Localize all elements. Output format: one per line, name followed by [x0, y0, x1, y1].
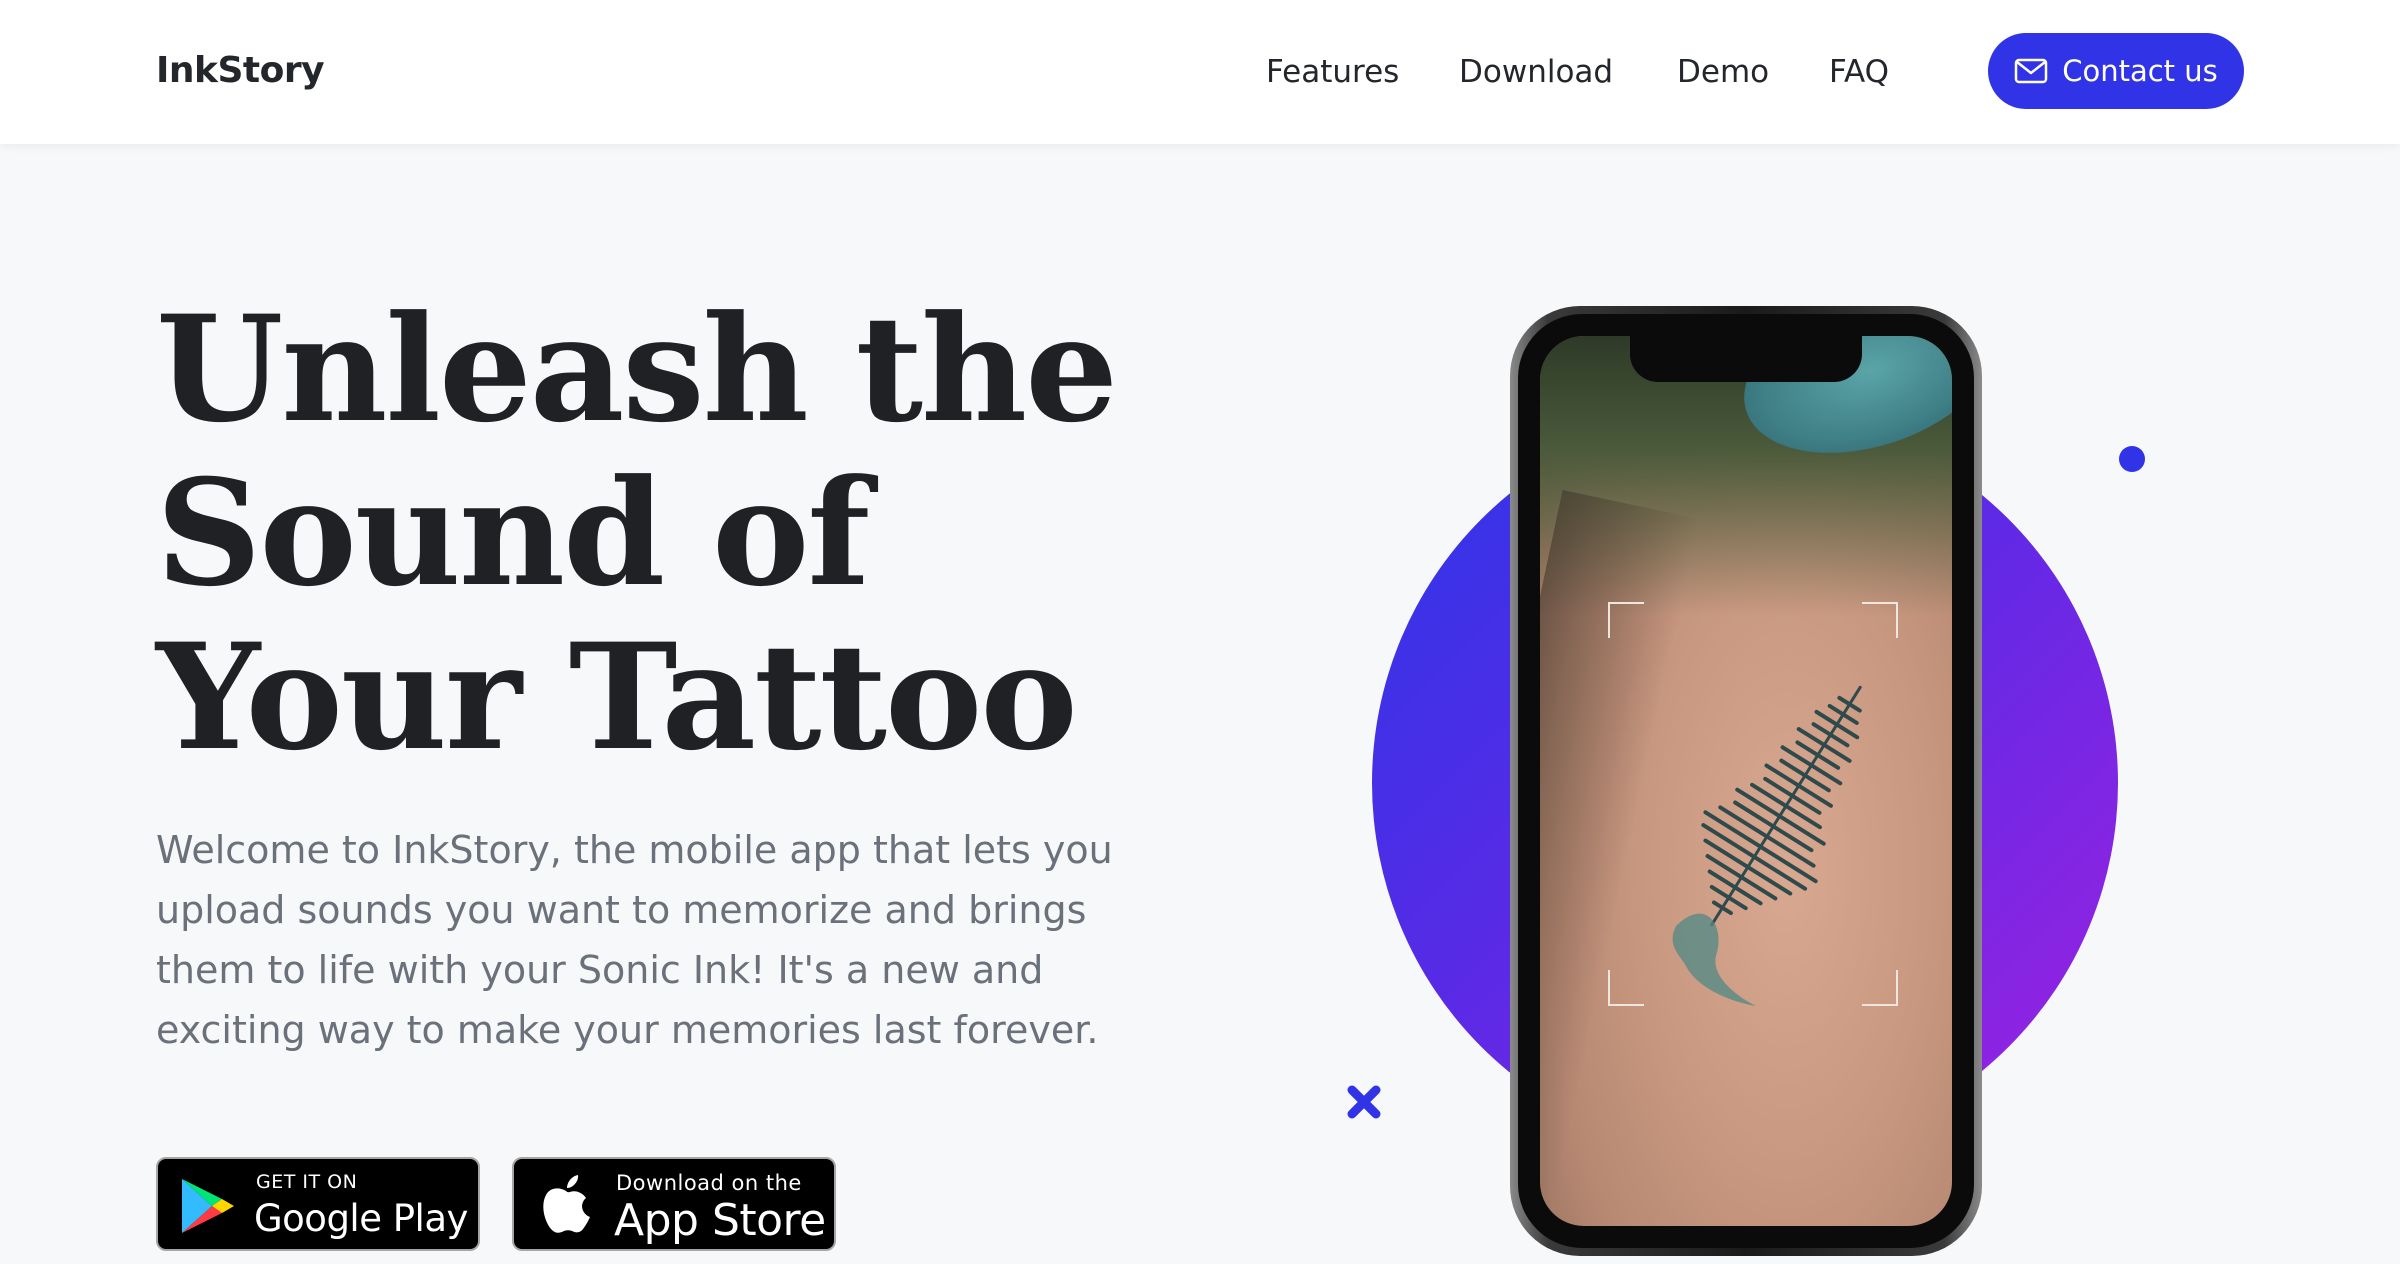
phone-notch — [1630, 336, 1862, 382]
hero-title-line-2: Sound of — [156, 448, 870, 619]
hero-title-line-3: Your Tattoo — [156, 612, 1078, 783]
hero-title: Unleash the Sound of Your Tattoo — [156, 284, 1118, 783]
app-store-small-text: Download on the — [616, 1171, 802, 1195]
google-play-badge[interactable]: GET IT ON Google Play — [156, 1157, 480, 1251]
apple-icon — [538, 1173, 594, 1239]
contact-us-label: Contact us — [2062, 54, 2218, 88]
navbar: InkStory Features Download Demo FAQ Cont… — [0, 0, 2400, 144]
decorative-cross-icon — [1344, 1082, 1384, 1126]
nav-link-demo[interactable]: Demo — [1677, 54, 1769, 90]
google-play-big-text: Google Play — [254, 1197, 468, 1240]
nav-link-faq[interactable]: FAQ — [1829, 54, 1889, 90]
google-play-small-text: GET IT ON — [256, 1171, 358, 1193]
google-play-icon — [178, 1177, 238, 1239]
phone-screen — [1540, 336, 1952, 1226]
nav-link-features[interactable]: Features — [1266, 54, 1399, 90]
phone-bezel — [1518, 314, 1974, 1248]
contact-us-button[interactable]: Contact us — [1988, 33, 2244, 109]
brand-logo[interactable]: InkStory — [156, 50, 325, 91]
hero-title-line-1: Unleash the — [156, 284, 1118, 455]
app-store-big-text: App Store — [614, 1195, 826, 1246]
soundwave-tattoo-icon — [1636, 596, 1936, 1020]
hero-description: Welcome to InkStory, the mobile app that… — [156, 828, 1113, 1052]
app-store-badge[interactable]: Download on the App Store — [512, 1157, 836, 1251]
nav-link-download[interactable]: Download — [1459, 54, 1613, 90]
envelope-icon — [2014, 58, 2048, 84]
phone-mockup — [1510, 306, 1982, 1256]
decorative-dot — [2119, 446, 2145, 472]
